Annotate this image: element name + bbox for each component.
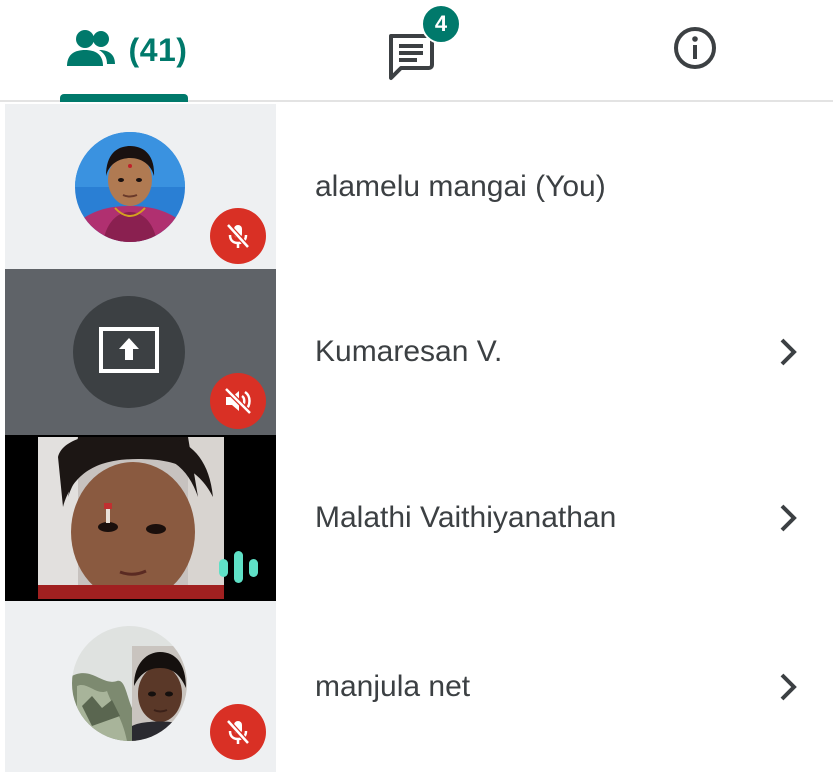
avatar [72,626,187,741]
volume-off-icon [210,373,266,429]
info-icon [671,24,719,77]
chevron-right-icon[interactable] [772,332,804,372]
meeting-participants-panel: (41) 4 alamelu mangai (You) Kumaresan V.… [0,0,833,772]
people-icon [63,28,119,73]
audio-level-icon [217,549,265,585]
tab-people[interactable]: (41) [40,0,210,100]
participant-tile [5,601,276,772]
participant-name: Malathi Vaithiyanathan [315,501,617,534]
tab-info[interactable] [640,0,750,100]
chevron-right-icon[interactable] [772,667,804,707]
presenting-indicator [73,296,185,408]
unread-badge: 4 [421,4,461,44]
mic-off-icon [210,704,266,760]
participant-tile [5,269,276,435]
tab-chat[interactable]: 4 [360,0,470,100]
participant-name: Kumaresan V. [315,335,503,368]
chevron-right-icon[interactable] [772,498,804,538]
participant-tile [5,435,276,601]
participant-row[interactable]: manjula net [0,601,833,772]
participant-row[interactable]: Kumaresan V. [0,269,833,435]
mic-off-icon [210,208,266,264]
participant-tile [5,104,276,269]
present-screen-icon [98,326,160,379]
participant-name: alamelu mangai (You) [315,169,606,203]
participant-row[interactable]: alamelu mangai (You) [0,104,833,269]
active-tab-indicator [60,94,188,102]
participant-video [38,437,224,599]
participant-row[interactable]: Malathi Vaithiyanathan [0,435,833,601]
tab-bar: (41) 4 [0,0,833,102]
participant-count: (41) [128,31,188,68]
participant-name: manjula net [315,669,471,703]
avatar [75,132,185,242]
